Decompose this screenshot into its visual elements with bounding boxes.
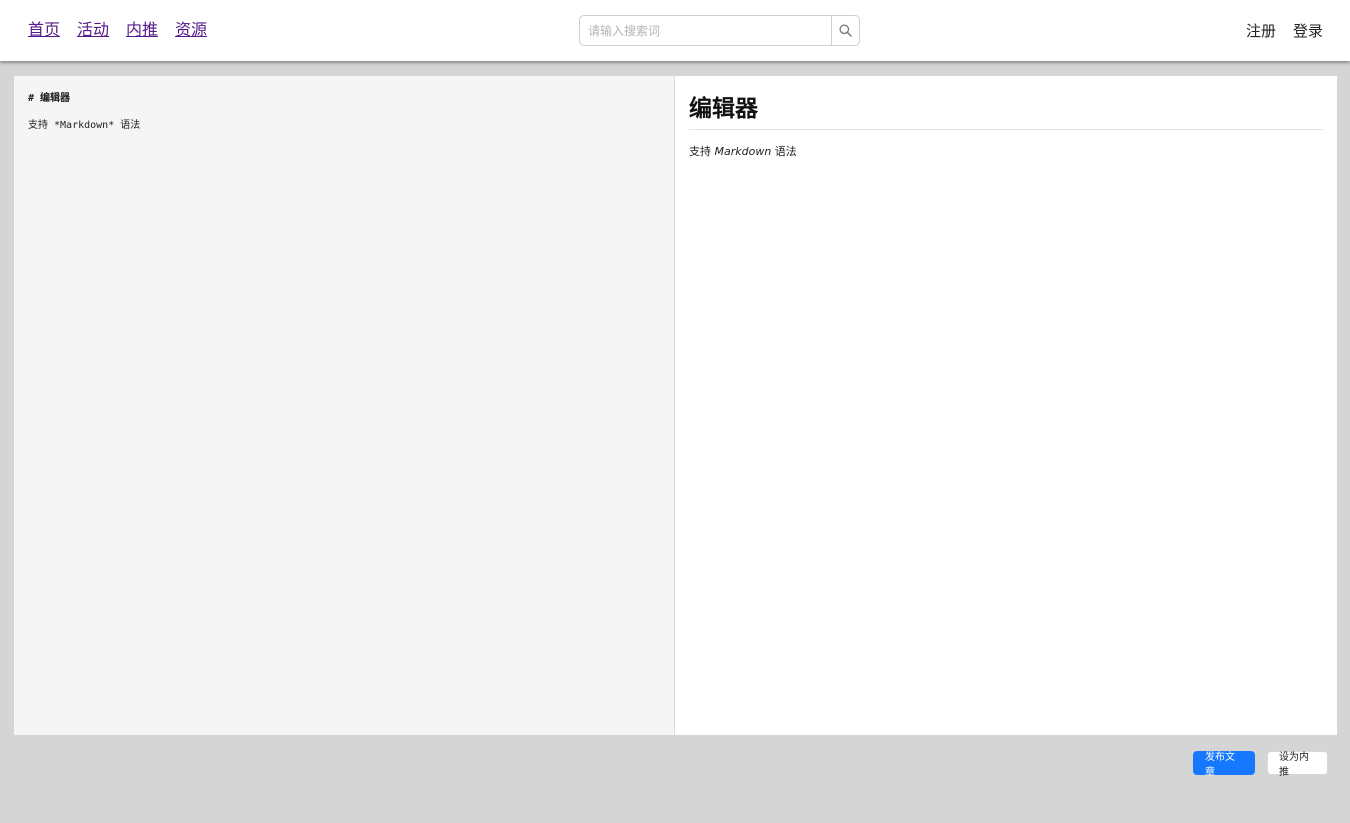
nav-link-activities[interactable]: 活动 — [77, 19, 109, 41]
preview-paragraph: 支持 Markdown 语法 — [689, 144, 1323, 160]
nav-link-resources[interactable]: 资源 — [175, 19, 207, 41]
publish-article-button[interactable]: 发布文章 — [1193, 751, 1255, 778]
register-link[interactable]: 注册 — [1246, 20, 1276, 42]
editor-actions: 发布文章 设为内推 — [1193, 751, 1328, 778]
source-line-body[interactable]: 支持 *Markdown* 语法 — [28, 119, 660, 133]
preview-heading: 编辑器 — [689, 94, 1323, 130]
search-box — [579, 15, 860, 46]
set-referral-button[interactable]: 设为内推 — [1267, 751, 1328, 778]
preview-text-after: 语法 — [771, 145, 797, 158]
markdown-preview-pane: 编辑器 支持 Markdown 语法 — [675, 76, 1337, 735]
main-nav: 首页 活动 内推 资源 — [28, 19, 224, 41]
nav-link-referrals[interactable]: 内推 — [126, 19, 158, 41]
top-navbar: 首页 活动 内推 资源 注册 登录 — [0, 0, 1350, 61]
preview-text-before: 支持 — [689, 145, 715, 158]
auth-links: 注册 登录 — [1229, 20, 1323, 42]
preview-text-emphasis: Markdown — [714, 145, 772, 158]
search-icon — [839, 24, 852, 37]
search-button[interactable] — [831, 16, 859, 45]
search-input[interactable] — [580, 16, 831, 45]
nav-link-home[interactable]: 首页 — [28, 19, 60, 41]
markdown-source-pane[interactable]: # 编辑器 支持 *Markdown* 语法 — [14, 76, 675, 735]
login-link[interactable]: 登录 — [1293, 20, 1323, 42]
source-line-heading[interactable]: # 编辑器 — [28, 92, 660, 106]
markdown-editor: # 编辑器 支持 *Markdown* 语法 编辑器 支持 Markdown 语… — [14, 76, 1337, 735]
